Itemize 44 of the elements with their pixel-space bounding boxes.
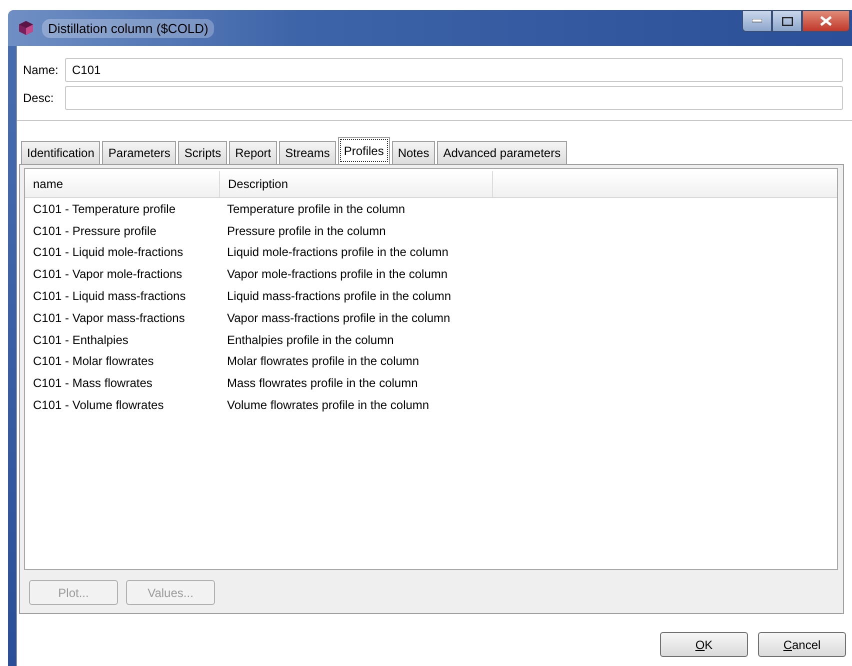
tab[interactable]: Advanced parameters: [437, 141, 567, 164]
table-cell-text: Molar flowrates profile in the column: [226, 354, 420, 368]
table-cell-text: C101 - Liquid mole-fractions: [32, 245, 184, 260]
minimize-button[interactable]: [742, 10, 772, 32]
table-cell-text: C101 - Temperature profile: [32, 202, 177, 216]
table-cell-text: C101 - Volume flowrates: [32, 398, 165, 412]
tab[interactable]: Parameters: [102, 141, 176, 164]
tab[interactable]: Streams: [279, 141, 336, 164]
maximize-icon: [782, 16, 792, 26]
field-label: Name:: [23, 63, 57, 77]
tab[interactable]: Profiles: [338, 137, 390, 164]
close-button[interactable]: [802, 10, 850, 32]
dialog-button[interactable]: OK: [660, 632, 748, 657]
table-cell-text: C101 - Mass flowrates: [32, 376, 154, 390]
column-header[interactable]: name: [25, 171, 220, 197]
table-cell-text: Volume flowrates profile in the column: [226, 398, 430, 412]
table-cell-text: Vapor mass-fractions profile in the column: [226, 310, 452, 325]
tab[interactable]: Identification: [21, 141, 100, 164]
table-cell-text: C101 - Liquid mass-fractions: [32, 289, 187, 304]
table-cell-text: Mass flowrates profile in the column: [226, 376, 419, 390]
table-cell-text: C101 - Enthalpies: [32, 332, 130, 347]
table-cell-text: Liquid mass-fractions profile in the column: [226, 289, 452, 304]
minimize-icon: [752, 19, 762, 23]
table-cell-text: Liquid mole-fractions profile in the column: [226, 245, 450, 260]
tab[interactable]: Notes: [392, 141, 436, 164]
text-field[interactable]: [65, 86, 843, 110]
dialog-button[interactable]: Cancel: [758, 632, 846, 657]
table-cell-text: Vapor mole-fractions profile in the column: [226, 267, 449, 282]
table-cell-text: C101 - Vapor mole-fractions: [32, 267, 184, 282]
tab[interactable]: Scripts: [178, 141, 228, 164]
text-field[interactable]: C101: [65, 58, 843, 82]
table-cell-text: Enthalpies profile in the column: [226, 332, 395, 347]
window-title: Distillation column ($COLD): [42, 18, 214, 38]
tab[interactable]: Report: [229, 141, 278, 164]
table-cell-text: C101 - Molar flowrates: [32, 354, 155, 368]
maximize-button[interactable]: [772, 10, 802, 32]
cube-icon: [18, 20, 34, 36]
table-cell-text: C101 - Vapor mass-fractions: [32, 310, 186, 325]
table-cell-text: Temperature profile in the column: [226, 202, 406, 216]
field-label: Desc:: [23, 91, 55, 105]
column-header[interactable]: Description: [220, 171, 493, 197]
close-icon: [820, 16, 832, 26]
table-cell-text: C101 - Pressure profile: [32, 224, 158, 238]
table-cell-text: Pressure profile in the column: [226, 224, 387, 238]
